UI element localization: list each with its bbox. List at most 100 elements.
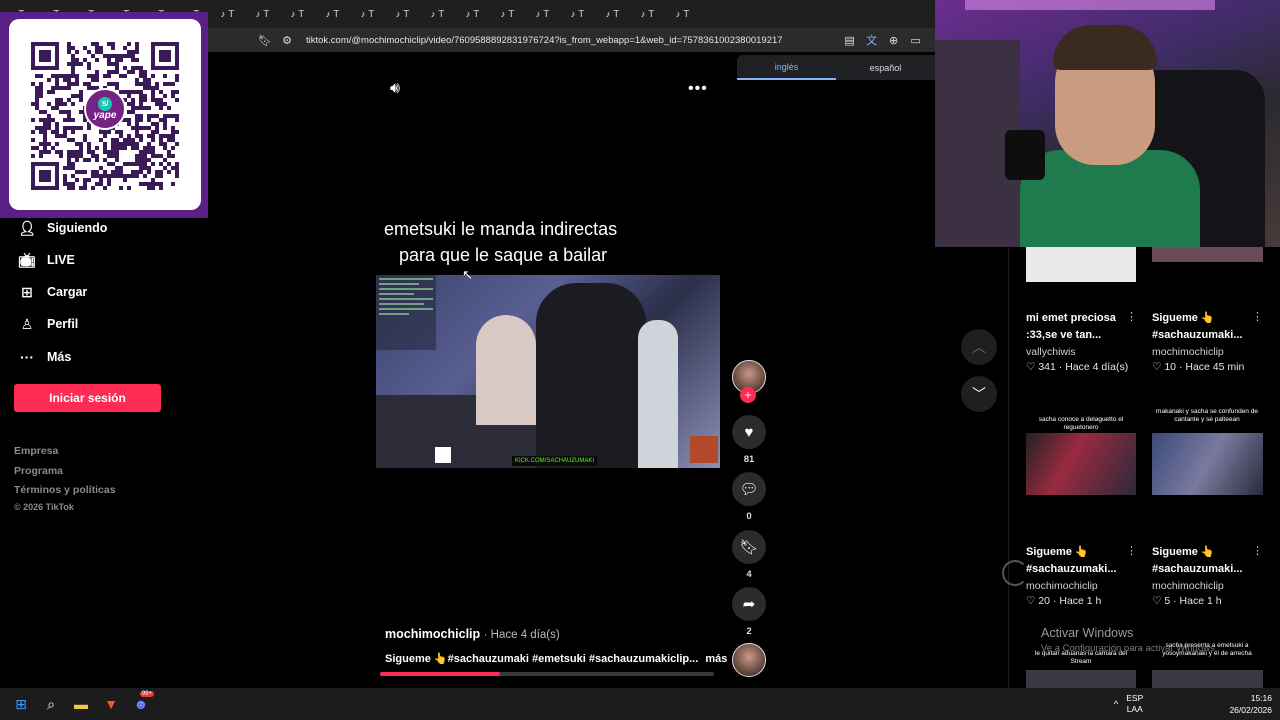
author-name[interactable]: mochimochiclip — [385, 627, 480, 641]
tiktok-icon: ♪ — [255, 9, 261, 19]
reader-mode-icon[interactable]: ▤ — [839, 34, 861, 47]
more-link[interactable]: más — [705, 653, 727, 665]
activate-windows-subtitle: Ve a Configuración para activar Windows. — [1041, 643, 1218, 654]
address-bar[interactable]: 🔖︎ ⚙ tiktok.com/@mochimochiclip/video/76… — [208, 28, 935, 52]
search-icon[interactable]: ⌕ — [36, 689, 66, 719]
suggestion-user[interactable]: vallychiwis — [1026, 346, 1076, 358]
tiktok-icon: ♪ — [395, 9, 401, 19]
more-vertical-icon[interactable]: ⋮ — [1126, 310, 1137, 323]
more-vertical-icon[interactable]: ⋮ — [1252, 310, 1263, 323]
follow-plus-icon[interactable]: + — [740, 387, 756, 403]
suggestion-title[interactable]: Sigueme 👆 #sachauzumaki... — [1152, 544, 1262, 578]
browser-tab[interactable]: ♪T — [280, 4, 315, 24]
suggestion-stats: ♡ 341 · Hace 4 día(s) — [1026, 361, 1129, 373]
video-progress-bar[interactable] — [380, 672, 714, 676]
suggestion-thumbnail[interactable] — [1152, 247, 1263, 262]
chevron-up-icon[interactable]: ^ — [1114, 699, 1118, 709]
clock-date: 26/02/2026 — [1229, 705, 1272, 715]
footer-link-program[interactable]: Programa — [14, 465, 63, 477]
suggestion-thumbnail[interactable] — [1152, 670, 1263, 688]
suggestion-user[interactable]: mochimochiclip — [1152, 580, 1224, 592]
login-button[interactable]: Iniciar sesión — [14, 384, 161, 412]
suggestion-thumbnail[interactable] — [1026, 247, 1136, 282]
browser-tab[interactable]: ♪T — [385, 4, 420, 24]
mouse-cursor-icon: ↖ — [462, 267, 473, 282]
taskbar-clock[interactable]: 15:16 26/02/2026 — [1224, 692, 1272, 716]
browser-tab[interactable]: ♪T — [490, 4, 525, 24]
save-button[interactable]: 🔖︎ — [732, 530, 766, 564]
nav-label: Más — [47, 350, 72, 364]
file-explorer-icon[interactable]: ▬ — [66, 689, 96, 719]
live-icon: 📺︎ — [18, 251, 36, 268]
footer-link-terms[interactable]: Términos y políticas — [14, 484, 116, 496]
cast-icon[interactable]: ▭ — [905, 34, 927, 47]
volume-icon[interactable]: 🔊︎ — [390, 80, 400, 98]
like-button[interactable]: ♥ — [732, 415, 766, 449]
suggestion-thumbnail[interactable] — [1026, 433, 1136, 495]
nav-item-following[interactable]: 👤︎ Siguiendo — [18, 218, 107, 238]
browser-tab[interactable]: ♪T — [630, 4, 665, 24]
browser-tab[interactable]: ♪T — [315, 4, 350, 24]
nav-item-more[interactable]: ··· Más — [18, 347, 71, 367]
suggestion-user[interactable]: mochimochiclip — [1026, 580, 1098, 592]
previous-video-button[interactable]: ︿ — [961, 329, 997, 365]
webcam-person-hair — [1053, 25, 1157, 70]
video-frame[interactable]: KICK.COM/SACHAUZUMAKI — [376, 275, 720, 468]
nav-label: Siguiendo — [47, 221, 108, 235]
language-indicator[interactable]: ESP LAA — [1126, 693, 1143, 715]
nav-label: Perfil — [47, 317, 79, 331]
browser-tab[interactable]: ♪T — [665, 4, 700, 24]
browser-tab[interactable]: ♪T — [560, 4, 595, 24]
music-avatar[interactable] — [732, 643, 766, 677]
nav-label: LIVE — [47, 253, 75, 267]
translate-target-tab[interactable]: español — [836, 55, 935, 80]
nav-item-live[interactable]: 📺︎ LIVE — [18, 250, 75, 270]
windows-start-icon[interactable]: ⊞ — [6, 689, 36, 719]
suggestion-title[interactable]: mi emet preciosa :33,se ve tan... — [1026, 310, 1136, 344]
next-video-button[interactable]: ﹀ — [961, 376, 997, 412]
browser-tab[interactable]: ♪T — [350, 4, 385, 24]
heart-icon: ♥ — [744, 423, 754, 441]
tiktok-icon: ♪ — [500, 9, 506, 19]
browser-tab[interactable]: ♪T — [455, 4, 490, 24]
bookmark-icon[interactable]: 🔖︎ — [254, 34, 276, 47]
nav-item-profile[interactable]: ♙ Perfil — [18, 314, 79, 334]
suggestion-likes: 20 — [1038, 595, 1051, 607]
comment-count: 0 — [746, 511, 752, 522]
footer-link-company[interactable]: Empresa — [14, 445, 58, 457]
url-text[interactable]: tiktok.com/@mochimochiclip/video/7609588… — [306, 35, 783, 46]
discord-notification-badge: 99+ — [139, 691, 154, 697]
translate-icon[interactable]: 文 — [861, 32, 883, 48]
site-info-icon[interactable]: ⚙ — [276, 34, 298, 47]
suggestion-title[interactable]: Sigueme 👆 #sachauzumaki... — [1152, 310, 1262, 344]
browser-tab[interactable]: ♪T — [595, 4, 630, 24]
brave-browser-icon[interactable]: ▼ — [96, 689, 126, 719]
tiktok-icon: ♪ — [605, 9, 611, 19]
comment-button[interactable]: 💬︎ — [732, 472, 766, 506]
more-options-icon[interactable]: ••• — [688, 80, 708, 98]
video-scene-person — [536, 283, 646, 468]
suggestion-thumbnail[interactable] — [1152, 433, 1263, 495]
kick-badge: KICK.COM/SACHAUZUMAKI — [512, 456, 598, 466]
browser-tab[interactable]: ♪T — [210, 4, 245, 24]
zoom-icon[interactable]: ⊕ — [883, 34, 905, 47]
more-vertical-icon[interactable]: ⋮ — [1252, 544, 1263, 557]
system-tray: ^ ESP LAA — [1114, 688, 1151, 720]
browser-tab[interactable]: ♪T — [245, 4, 280, 24]
suggestion-user[interactable]: mochimochiclip — [1152, 346, 1224, 358]
translate-source-tab[interactable]: inglés — [737, 55, 836, 80]
following-icon: 👤︎ — [18, 219, 36, 236]
browser-tab[interactable]: ♪T — [525, 4, 560, 24]
nav-label: Cargar — [47, 285, 88, 299]
suggestion-title[interactable]: Sigueme 👆 #sachauzumaki... — [1026, 544, 1136, 578]
suggestion-likes: 10 — [1164, 361, 1177, 373]
suggestion-thumbnail[interactable] — [1026, 670, 1136, 688]
share-button[interactable]: ➦ — [732, 587, 766, 621]
save-count: 4 — [746, 569, 752, 580]
more-vertical-icon[interactable]: ⋮ — [1126, 544, 1137, 557]
browser-tab[interactable]: ♪T — [420, 4, 455, 24]
discord-icon[interactable]: ☻ 99+ — [126, 689, 156, 719]
nav-item-upload[interactable]: ⊞ Cargar — [18, 282, 87, 302]
video-caption-line1: emetsuki le manda indirectas — [384, 219, 618, 239]
tab-label: T — [263, 8, 270, 20]
